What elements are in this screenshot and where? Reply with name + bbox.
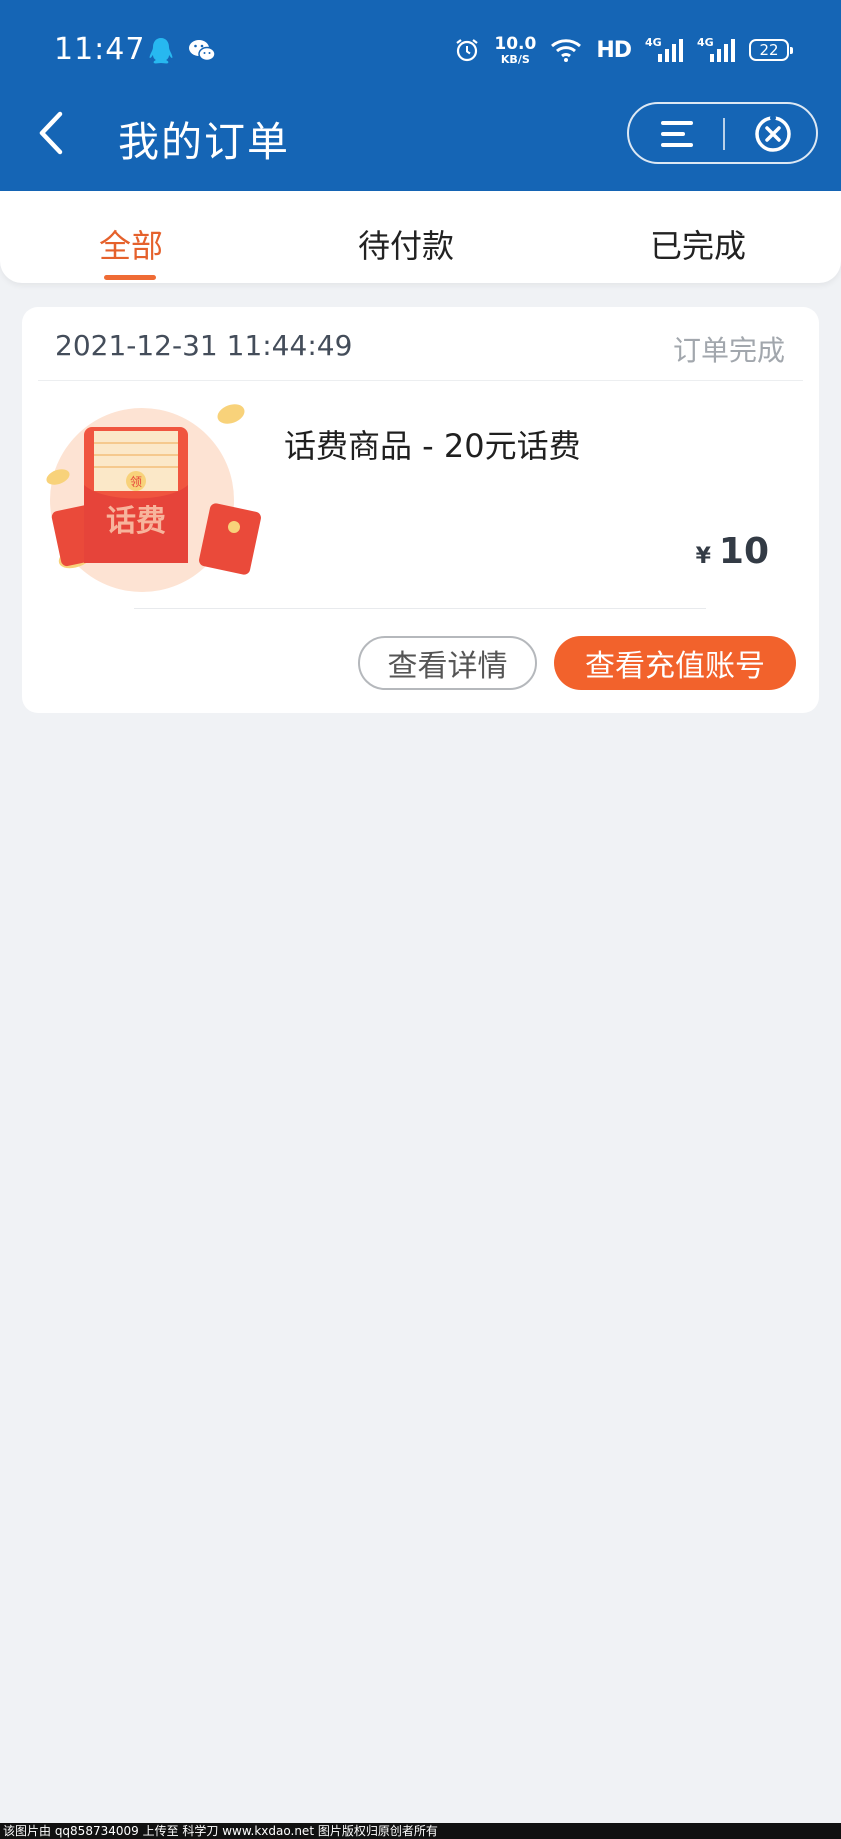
status-bar: 11:47 10.0 KB/S HD 4G 4G 22	[0, 28, 841, 72]
product-image-badge: 领	[130, 475, 142, 489]
net-speed-unit: KB/S	[500, 52, 530, 66]
wechat-icon	[189, 40, 216, 62]
price-amount: 10	[718, 531, 769, 572]
divider	[38, 380, 803, 381]
tab-all[interactable]: 全部	[99, 221, 163, 267]
capsule-divider	[723, 118, 725, 150]
signal-icon: 4G	[697, 36, 735, 64]
alarm-icon	[456, 39, 479, 62]
tab-pending-payment[interactable]: 待付款	[358, 221, 454, 267]
divider	[134, 608, 706, 609]
tab-completed[interactable]: 已完成	[650, 221, 746, 267]
menu-icon[interactable]	[657, 118, 697, 150]
page-title: 我的订单	[118, 118, 290, 166]
order-time: 2021-12-31 11:44:49	[55, 329, 353, 362]
mini-program-capsule	[627, 102, 818, 164]
product-name: 话费商品 - 20元话费	[284, 427, 581, 465]
net-speed: 10.0 KB/S	[494, 33, 537, 66]
order-status: 订单完成	[672, 334, 785, 367]
status-time: 11:47	[54, 32, 146, 67]
watermark: 该图片由 qq858734009 上传至 科学刀 www.kxdao.net 图…	[0, 1823, 841, 1839]
battery-level: 22	[759, 41, 779, 59]
wifi-icon	[551, 39, 582, 62]
order-card[interactable]: 2021-12-31 11:44:49 订单完成 领 话费 话费商品 - 20元…	[22, 307, 819, 713]
net-speed-value: 10.0	[494, 33, 537, 54]
order-tabs: 全部 待付款 已完成	[0, 191, 841, 283]
view-details-button[interactable]: 查看详情	[358, 636, 537, 690]
product-image-text: 话费	[106, 504, 166, 539]
signal-icon: 4G	[645, 36, 683, 64]
hd-indicator: HD	[596, 37, 632, 63]
product-image: 领 话费	[46, 404, 261, 592]
close-circle-icon[interactable]	[753, 114, 793, 154]
view-recharge-account-button[interactable]: 查看充值账号	[554, 636, 796, 690]
battery-icon: 22	[749, 39, 793, 61]
back-button[interactable]	[34, 110, 68, 156]
currency-symbol: ¥	[695, 544, 711, 569]
app-header: 11:47 10.0 KB/S HD 4G 4G 22 我的订单	[0, 0, 841, 191]
order-price: ¥10	[696, 531, 769, 572]
active-tab-indicator	[104, 275, 156, 280]
qq-icon	[149, 38, 173, 64]
